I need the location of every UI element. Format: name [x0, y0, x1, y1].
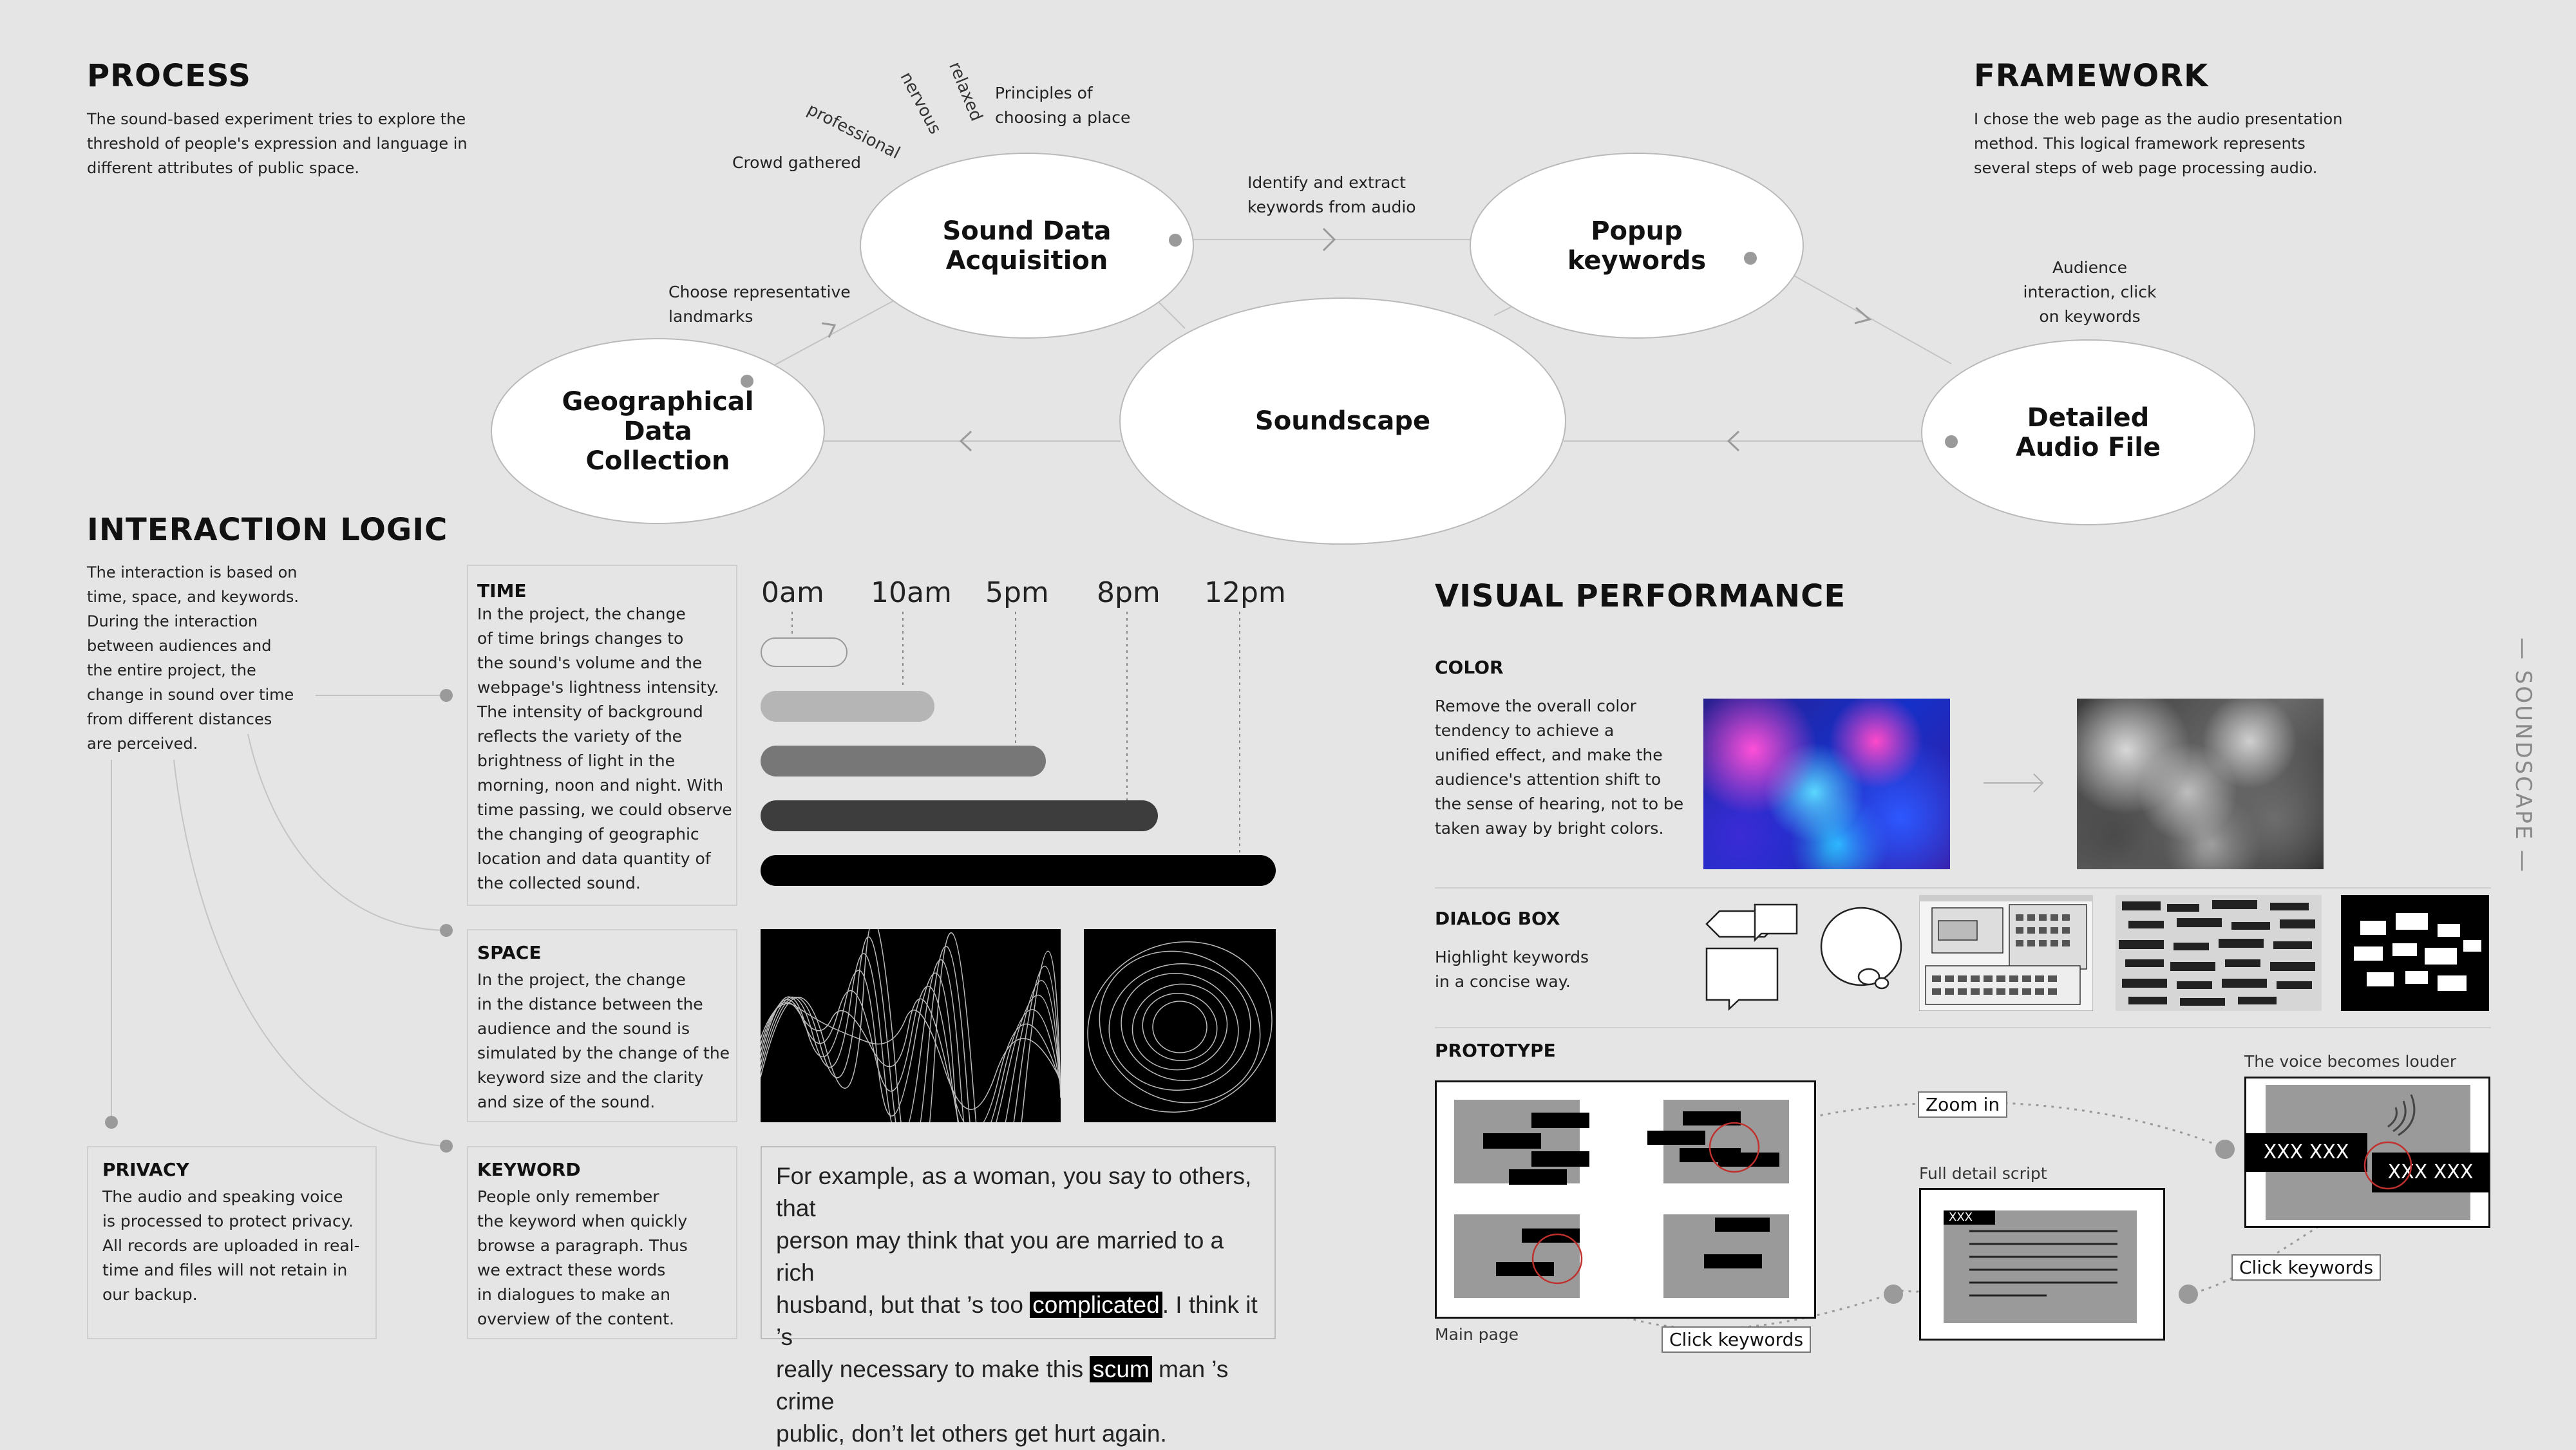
quote-line: husband, but that ’s too complicated. I … — [776, 1289, 1265, 1353]
color-description: Remove the overall color tendency to ach… — [1435, 694, 1705, 841]
sound-wave-icon — [2387, 1094, 2416, 1136]
privacy-line: All records are uploaded in real- — [102, 1236, 360, 1255]
prototype-main-page — [1435, 1080, 1816, 1319]
connector-dot — [1884, 1285, 1903, 1304]
keyword-card: KEYWORD People only remember the keyword… — [467, 1146, 737, 1339]
keyword-line: People only remember — [477, 1187, 659, 1206]
color-line: the sense of hearing, not to be — [1435, 795, 1684, 813]
quote-text: husband, but that ’s too — [776, 1292, 1030, 1318]
quote-line: For example, as a woman, you say to othe… — [776, 1163, 1252, 1221]
quote-text: really necessary to make this — [776, 1356, 1090, 1382]
quote-line: really necessary to make this scum man ’… — [776, 1353, 1265, 1418]
side-label-soundscape: — SOUNDSCAPE — — [2510, 637, 2536, 874]
connector-dot — [2179, 1285, 2198, 1304]
space-card: SPACE In the project, the change in the … — [467, 929, 737, 1122]
keyword-line: we extract these words — [477, 1261, 666, 1279]
keyword-line: the keyword when quickly — [477, 1212, 688, 1230]
dialog-collage-image-3 — [2341, 895, 2489, 1011]
privacy-line: time and files will not retain in — [102, 1261, 348, 1279]
script-lines — [1969, 1230, 2117, 1297]
time-bar-8pm — [761, 800, 1158, 831]
keyword-line: browse a paragraph. Thus — [477, 1236, 688, 1255]
full-detail-label: Full detail script — [1919, 1164, 2047, 1183]
space-title: SPACE — [477, 942, 542, 963]
dialog-collage-image-1 — [1919, 895, 2093, 1011]
script-content: XXX — [1944, 1210, 2137, 1323]
speech-bubbles-image — [1705, 903, 1902, 1011]
visual-performance-title: VISUAL PERFORMANCE — [1435, 578, 1846, 614]
quote-line: person may think that you are married to… — [776, 1227, 1224, 1286]
dialog-box-description: Highlight keywords in a concise way. — [1435, 945, 1628, 994]
color-title: COLOR — [1435, 657, 1504, 678]
privacy-card: PRIVACY The audio and speaking voice is … — [87, 1146, 377, 1339]
highlighted-keyword[interactable]: scum — [1090, 1356, 1152, 1382]
dialog-box-title: DIALOG BOX — [1435, 908, 1560, 929]
full-detail-script-page: XXX — [1919, 1188, 2165, 1341]
privacy-title: PRIVACY — [102, 1159, 189, 1180]
main-page-label: Main page — [1435, 1325, 1519, 1344]
privacy-description: The audio and speaking voice is processe… — [102, 1185, 373, 1307]
space-line: in the distance between the — [477, 995, 703, 1013]
space-ring-image — [1084, 929, 1276, 1122]
color-line: audience's attention shift to — [1435, 770, 1662, 789]
example-quote-box: For example, as a woman, you say to othe… — [761, 1146, 1276, 1447]
time-bar-12pm — [761, 855, 1276, 886]
color-line: unified effect, and make the — [1435, 746, 1663, 764]
privacy-line: The audio and speaking voice — [102, 1187, 343, 1206]
keyword-line: in dialogues to make an — [477, 1285, 670, 1304]
click-keywords-tag[interactable]: Click keywords — [1662, 1326, 1812, 1353]
privacy-line: our backup. — [102, 1285, 198, 1304]
keyword-bar-left[interactable]: XXX XXX — [2245, 1133, 2367, 1172]
space-line: In the project, the change — [477, 970, 686, 989]
color-line: Remove the overall color — [1435, 697, 1636, 715]
prototype-title: PROTOTYPE — [1435, 1040, 1556, 1061]
divider — [1435, 1027, 2491, 1028]
quote-line: public, don’t let others get hurt again. — [776, 1420, 1167, 1447]
color-grayscale-image — [2077, 699, 2324, 869]
click-target-circle — [2363, 1141, 2412, 1190]
highlighted-keyword[interactable]: complicated — [1030, 1292, 1162, 1318]
divider — [1435, 887, 2491, 889]
dialog-line: in a concise way. — [1435, 972, 1571, 991]
space-line: keyword size and the clarity — [477, 1068, 704, 1087]
dialog-collage-image-2 — [2116, 895, 2322, 1011]
example-quote: For example, as a woman, you say to othe… — [776, 1160, 1265, 1450]
time-bar-5pm — [761, 746, 1046, 777]
color-line: tendency to achieve a — [1435, 721, 1615, 740]
time-bar-0am — [761, 637, 848, 667]
space-line: simulated by the change of the — [477, 1044, 730, 1062]
space-waveform-image — [761, 929, 1061, 1122]
click-keywords-tag[interactable]: Click keywords — [2231, 1254, 2382, 1281]
voice-louder-label: The voice becomes louder — [2244, 1052, 2457, 1071]
zoom-in-tag[interactable]: Zoom in — [1918, 1091, 2008, 1118]
privacy-line: is processed to protect privacy. — [102, 1212, 354, 1230]
color-line: taken away by bright colors. — [1435, 819, 1664, 838]
time-bar-10am — [761, 691, 934, 722]
space-line: and size of the sound. — [477, 1093, 656, 1111]
space-line: audience and the sound is — [477, 1019, 690, 1038]
color-ink-image — [1703, 699, 1950, 869]
connector-dot — [2215, 1140, 2235, 1159]
keyword-line: overview of the content. — [477, 1310, 674, 1328]
keyword-description: People only remember the keyword when qu… — [477, 1185, 735, 1332]
space-description: In the project, the change in the distan… — [477, 968, 735, 1115]
keyword-title: KEYWORD — [477, 1159, 581, 1180]
dialog-line: Highlight keywords — [1435, 948, 1589, 966]
louder-voice-page: XXX XXX XXX XXX — [2244, 1077, 2490, 1228]
